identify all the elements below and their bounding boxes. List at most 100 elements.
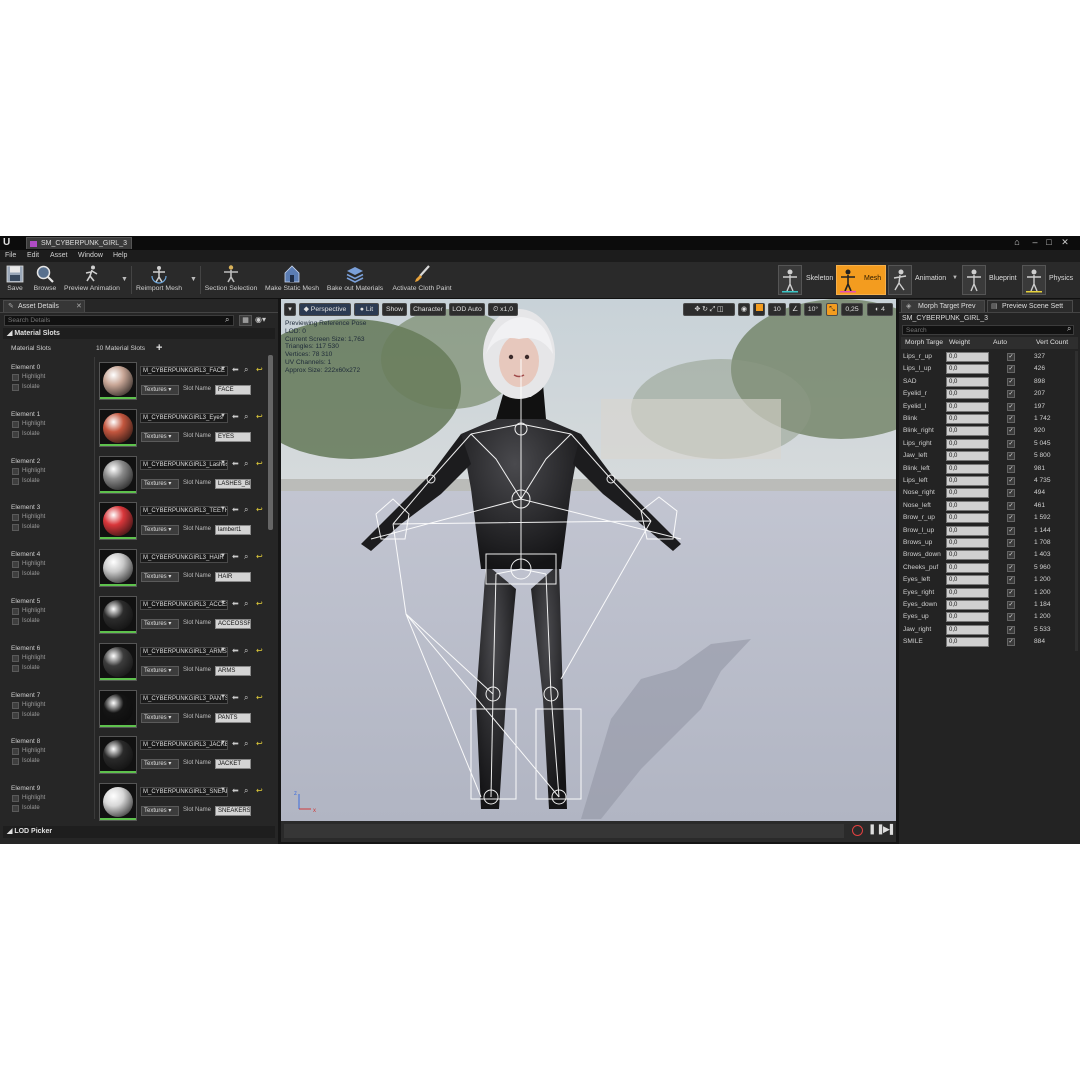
textures-dropdown[interactable]: Textures ▾ [141,431,179,442]
material-asset-dropdown[interactable]: M_CYBERPUNKGIRL3_JACKET [140,740,228,751]
morph-weight-input[interactable]: 0,0 [946,600,989,610]
textures-dropdown[interactable]: Textures ▾ [141,806,179,817]
preview-viewport[interactable]: z x ▾ ◆ Perspective ● Lit Show Character… [281,299,896,821]
material-dropdown-arrow-icon[interactable]: ▼ [220,460,226,466]
highlight-checkbox[interactable] [12,420,19,428]
reset-to-default-icon[interactable]: ↩ [256,646,263,656]
textures-dropdown[interactable]: Textures ▾ [141,385,179,395]
material-asset-dropdown[interactable]: M_CYBERPUNKGIRL3_PANTS [140,693,228,704]
lod-picker-category[interactable]: ◢ LOD Picker [3,826,275,838]
use-selected-arrow-icon[interactable]: ⬅ [232,505,239,515]
auto-checkbox[interactable]: ✓ [1007,365,1015,374]
auto-checkbox[interactable]: ✓ [1007,613,1015,622]
highlight-checkbox[interactable] [12,374,19,381]
slot-name-input[interactable]: ACCEOSSR [215,619,251,629]
morph-weight-input[interactable]: 0,0 [946,451,989,462]
menu-file[interactable]: File [5,250,16,262]
browse-asset-icon[interactable]: ⌕ [244,646,248,656]
isolate-checkbox[interactable] [12,618,19,625]
morph-weight-input[interactable]: 0,0 [946,364,989,375]
menu-edit[interactable]: Edit [27,250,39,262]
camera-speed-button[interactable]: ◐ 4 [867,303,893,316]
menu-asset[interactable]: Asset [50,250,68,262]
mesh-mode-button[interactable]: Mesh [836,265,886,295]
material-dropdown-arrow-icon[interactable]: ▼ [220,600,226,606]
col-auto[interactable]: Auto [993,337,1007,349]
auto-checkbox[interactable]: ✓ [1007,439,1015,448]
save-button[interactable]: Save [3,264,27,296]
reset-to-default-icon[interactable]: ↩ [256,693,263,703]
auto-checkbox[interactable]: ✓ [1007,390,1015,399]
preview-animation-button[interactable]: Preview Animation [62,264,122,296]
scale-snap-toggle-icon[interactable]: ⤡ [826,303,838,316]
browse-asset-icon[interactable]: ⌕ [244,786,248,796]
auto-checkbox[interactable]: ✓ [1007,415,1015,423]
material-asset-dropdown[interactable]: M_CYBERPUNKGIRL3_HAIR [140,553,228,564]
textures-dropdown[interactable]: Textures ▾ [141,712,179,723]
grid-snap-toggle-icon[interactable] [753,303,765,316]
character-button[interactable]: Character [410,303,446,316]
isolate-checkbox[interactable] [12,430,19,438]
animation-dropdown-icon[interactable]: ▼ [952,275,958,281]
preview-scene-settings-tab[interactable]: ▤ Preview Scene Sett [987,300,1073,312]
textures-dropdown[interactable]: Textures ▾ [141,619,179,629]
reset-to-default-icon[interactable]: ↩ [256,552,263,562]
morph-weight-input[interactable]: 0,0 [946,587,989,598]
morph-weight-input[interactable]: 0,0 [946,414,989,424]
morph-weight-input[interactable]: 0,0 [946,550,989,561]
auto-checkbox[interactable]: ✓ [1007,452,1015,461]
lit-button[interactable]: ● Lit [354,303,379,316]
auto-checkbox[interactable]: ✓ [1007,477,1015,485]
scale-snap-value[interactable]: 0,25 [841,303,863,316]
highlight-checkbox[interactable] [12,514,19,522]
material-asset-dropdown[interactable]: M_CYBERPUNKGIRL3_ACCESSOR [140,600,228,610]
morph-weight-input[interactable]: 0,0 [946,562,989,573]
highlight-checkbox[interactable] [12,467,19,475]
slot-name-input[interactable]: PANTS [215,712,251,723]
highlight-checkbox[interactable] [12,748,19,756]
help-icon[interactable]: ⌂ [1012,237,1022,247]
details-scrollbar[interactable] [268,355,273,530]
material-asset-dropdown[interactable]: M_CYBERPUNKGIRL3_TEETH [140,506,228,517]
auto-checkbox[interactable]: ✓ [1007,427,1015,436]
auto-checkbox[interactable]: ✓ [1007,638,1015,647]
browse-asset-icon[interactable]: ⌕ [244,365,248,375]
grid-snap-value[interactable]: 10 [768,303,786,316]
material-dropdown-arrow-icon[interactable]: ▼ [220,553,226,559]
timeline-track[interactable] [284,824,844,838]
morph-target-tab[interactable]: ◈ Morph Target Prev [901,300,985,312]
use-selected-arrow-icon[interactable]: ⬅ [232,739,239,749]
textures-dropdown[interactable]: Textures ▾ [141,572,179,583]
browse-asset-icon[interactable]: ⌕ [244,412,248,422]
use-selected-arrow-icon[interactable]: ⬅ [232,459,239,469]
reset-to-default-icon[interactable]: ↩ [256,365,263,375]
morph-weight-input[interactable]: 0,0 [946,525,989,536]
slot-name-input[interactable]: ARMS [215,665,251,676]
col-weight[interactable]: Weight [949,337,970,349]
morph-weight-input[interactable]: 0,0 [946,463,989,474]
record-icon[interactable] [852,825,863,836]
reset-to-default-icon[interactable]: ↩ [256,412,263,422]
textures-dropdown[interactable]: Textures ▾ [141,759,179,770]
morph-weight-input[interactable]: 0,0 [946,352,989,362]
reset-to-default-icon[interactable]: ↩ [256,786,263,796]
slot-name-input[interactable]: lambert1 [215,525,251,536]
browse-asset-icon[interactable]: ⌕ [244,599,248,609]
physics-mode-button[interactable]: Physics [1022,265,1078,295]
auto-checkbox[interactable]: ✓ [1007,601,1015,609]
use-selected-arrow-icon[interactable]: ⬅ [232,786,239,796]
auto-checkbox[interactable]: ✓ [1007,576,1015,585]
morph-weight-input[interactable]: 0,0 [946,500,989,511]
morph-weight-input[interactable]: 0,0 [946,488,989,499]
material-asset-dropdown[interactable]: M_CYBERPUNKGIRL3_SNEAKERS [140,787,228,798]
material-dropdown-arrow-icon[interactable]: ▼ [220,694,226,700]
material-dropdown-arrow-icon[interactable]: ▼ [220,506,226,512]
browse-asset-icon[interactable]: ⌕ [244,552,248,562]
highlight-checkbox[interactable] [12,608,19,615]
morph-scrollbar[interactable] [1075,351,1078,651]
blueprint-mode-button[interactable]: Blueprint [962,265,1020,295]
auto-checkbox[interactable]: ✓ [1007,551,1015,560]
bake-out-materials-button[interactable]: Bake out Materials [325,264,385,296]
textures-dropdown[interactable]: Textures ▾ [141,665,179,676]
playback-speed-button[interactable]: ⏲ x1,0 [488,303,518,316]
